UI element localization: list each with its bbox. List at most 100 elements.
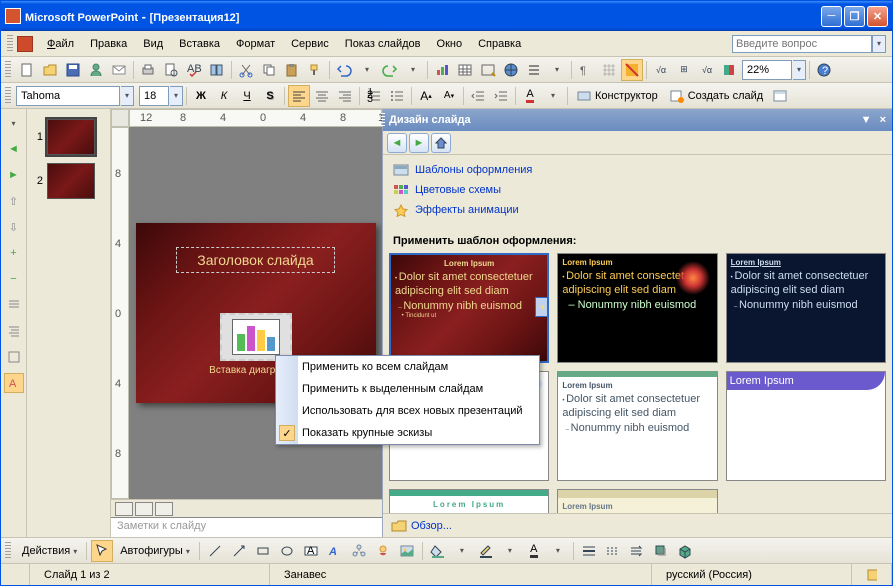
autoshapes-menu[interactable]: Автофигуры xyxy=(115,540,195,562)
decrease-font-icon[interactable]: A▾ xyxy=(438,85,460,107)
zoom-combo[interactable]: 22% xyxy=(742,60,792,80)
menu-view[interactable]: Вид xyxy=(135,35,171,53)
new-slide-button[interactable]: Создать слайд xyxy=(664,85,768,107)
template-green-line[interactable]: Lorem Ipsum • Dolor sit amet consectetue… xyxy=(557,371,717,481)
undo-dropdown[interactable] xyxy=(356,59,378,81)
font-combo[interactable]: Tahoma xyxy=(16,86,120,106)
equation1-icon[interactable]: √α xyxy=(650,59,672,81)
ctx-large-thumbs[interactable]: ✓Показать крупные эскизы xyxy=(276,422,539,444)
help-search-input[interactable] xyxy=(732,35,872,53)
actions-menu[interactable]: Действия xyxy=(17,540,82,562)
rectangle-icon[interactable] xyxy=(252,540,274,562)
task-pane-close-button[interactable]: × xyxy=(880,114,886,126)
select-icon[interactable] xyxy=(91,540,113,562)
link-color-schemes[interactable]: Цветовые схемы xyxy=(393,183,882,197)
redo-dropdown[interactable] xyxy=(402,59,424,81)
status-language[interactable]: русский (Россия) xyxy=(652,564,852,585)
size-combo[interactable]: 18 xyxy=(139,86,169,106)
save-icon[interactable] xyxy=(62,59,84,81)
horizontal-ruler[interactable]: 12 8 4 0 4 8 12 xyxy=(129,109,382,127)
link-design-templates[interactable]: Шаблоны оформления xyxy=(393,163,882,177)
template-dropdown-arrow[interactable]: ▼ xyxy=(535,297,549,317)
rail-arrow-left-icon[interactable]: ◄ xyxy=(4,139,24,159)
spellcheck-icon[interactable]: ABC xyxy=(183,59,205,81)
email-icon[interactable] xyxy=(108,59,130,81)
wordart-icon[interactable]: A xyxy=(324,540,346,562)
undo-icon[interactable] xyxy=(333,59,355,81)
ctx-apply-selected[interactable]: Применить к выделенным слайдам xyxy=(276,378,539,400)
template-purple-header[interactable]: Lorem Ipsum xyxy=(726,371,886,481)
increase-indent-icon[interactable] xyxy=(490,85,512,107)
line-color-dropdown[interactable] xyxy=(499,540,521,562)
toolbar-grip[interactable] xyxy=(5,542,11,560)
font-dropdown[interactable] xyxy=(121,86,134,106)
arrow-icon[interactable] xyxy=(228,540,250,562)
flag-icon[interactable] xyxy=(719,59,741,81)
template-fireworks[interactable]: Lorem Ipsum • Dolor sit amet consectetue… xyxy=(557,253,717,363)
close-button[interactable]: ✕ xyxy=(867,6,888,27)
copy-icon[interactable] xyxy=(258,59,280,81)
font-color-icon[interactable]: A xyxy=(519,85,541,107)
expand-all-icon[interactable] xyxy=(523,59,545,81)
fill-color-dropdown[interactable] xyxy=(451,540,473,562)
task-pane-menu-dropdown[interactable]: ▼ xyxy=(861,114,872,126)
rail-minus-icon[interactable]: − xyxy=(4,269,24,289)
arrow-style-icon[interactable] xyxy=(626,540,648,562)
menu-help[interactable]: Справка xyxy=(470,35,529,53)
align-center-icon[interactable] xyxy=(311,85,333,107)
decrease-indent-icon[interactable] xyxy=(467,85,489,107)
layout-icon[interactable] xyxy=(769,85,791,107)
toolbar-grip[interactable] xyxy=(5,61,11,79)
insert-chart-icon[interactable] xyxy=(431,59,453,81)
redo-icon[interactable] xyxy=(379,59,401,81)
bold-icon[interactable]: Ж xyxy=(190,85,212,107)
paste-icon[interactable] xyxy=(281,59,303,81)
textbox-icon[interactable]: A xyxy=(300,540,322,562)
color-icon[interactable] xyxy=(621,59,643,81)
equation2-icon[interactable]: ⊞ xyxy=(673,59,695,81)
insert-hyperlink-icon[interactable] xyxy=(500,59,522,81)
research-icon[interactable] xyxy=(206,59,228,81)
menu-file[interactable]: Файл xyxy=(39,35,82,53)
design-button[interactable]: Конструктор xyxy=(571,85,663,107)
sorter-view-button[interactable] xyxy=(135,502,153,516)
grid-icon[interactable] xyxy=(598,59,620,81)
link-animation-effects[interactable]: Эффекты анимации xyxy=(393,203,882,217)
help-icon[interactable]: ? xyxy=(813,59,835,81)
rail-formatting-icon[interactable]: A xyxy=(4,373,24,393)
size-dropdown[interactable] xyxy=(170,86,183,106)
task-home-button[interactable] xyxy=(431,133,451,153)
slide-title-placeholder[interactable]: Заголовок слайда xyxy=(176,247,334,273)
cut-icon[interactable] xyxy=(235,59,257,81)
chart-placeholder[interactable] xyxy=(220,313,292,361)
thumbnail-slide-2[interactable]: 2 xyxy=(31,163,106,199)
line-style-icon[interactable] xyxy=(578,540,600,562)
rail-summary-icon[interactable] xyxy=(4,347,24,367)
new-icon[interactable] xyxy=(16,59,38,81)
shadow-icon[interactable]: S xyxy=(259,85,281,107)
menu-tools[interactable]: Сервис xyxy=(283,35,337,53)
rail-move-down-icon[interactable]: ⇩ xyxy=(4,217,24,237)
rail-move-up-icon[interactable]: ⇧ xyxy=(4,191,24,211)
bullets-icon[interactable] xyxy=(386,85,408,107)
toolbar-grip[interactable] xyxy=(7,35,13,53)
tables-borders-icon[interactable] xyxy=(477,59,499,81)
template-curtain[interactable]: Lorem Ipsum • Dolor sit amet consectetue… xyxy=(389,253,549,363)
print-icon[interactable] xyxy=(137,59,159,81)
font-color2-icon[interactable]: A xyxy=(523,540,545,562)
task-back-button[interactable]: ◄ xyxy=(387,133,407,153)
notes-input[interactable]: Заметки к слайду xyxy=(111,517,382,537)
rail-expand-icon[interactable] xyxy=(4,113,24,133)
maximize-button[interactable]: ❐ xyxy=(844,6,865,27)
rail-collapse-icon[interactable] xyxy=(4,295,24,315)
toolbar-grip[interactable] xyxy=(5,87,11,105)
rail-plus-icon[interactable]: + xyxy=(4,243,24,263)
picture-icon[interactable] xyxy=(396,540,418,562)
minimize-button[interactable]: ─ xyxy=(821,6,842,27)
format-painter-icon[interactable] xyxy=(304,59,326,81)
font-color-dropdown[interactable] xyxy=(542,85,564,107)
template-dark-blue[interactable]: Lorem Ipsum • Dolor sit amet consectetue… xyxy=(726,253,886,363)
dash-style-icon[interactable] xyxy=(602,540,624,562)
menu-format[interactable]: Формат xyxy=(228,35,283,53)
help-search-dropdown[interactable] xyxy=(872,35,886,53)
